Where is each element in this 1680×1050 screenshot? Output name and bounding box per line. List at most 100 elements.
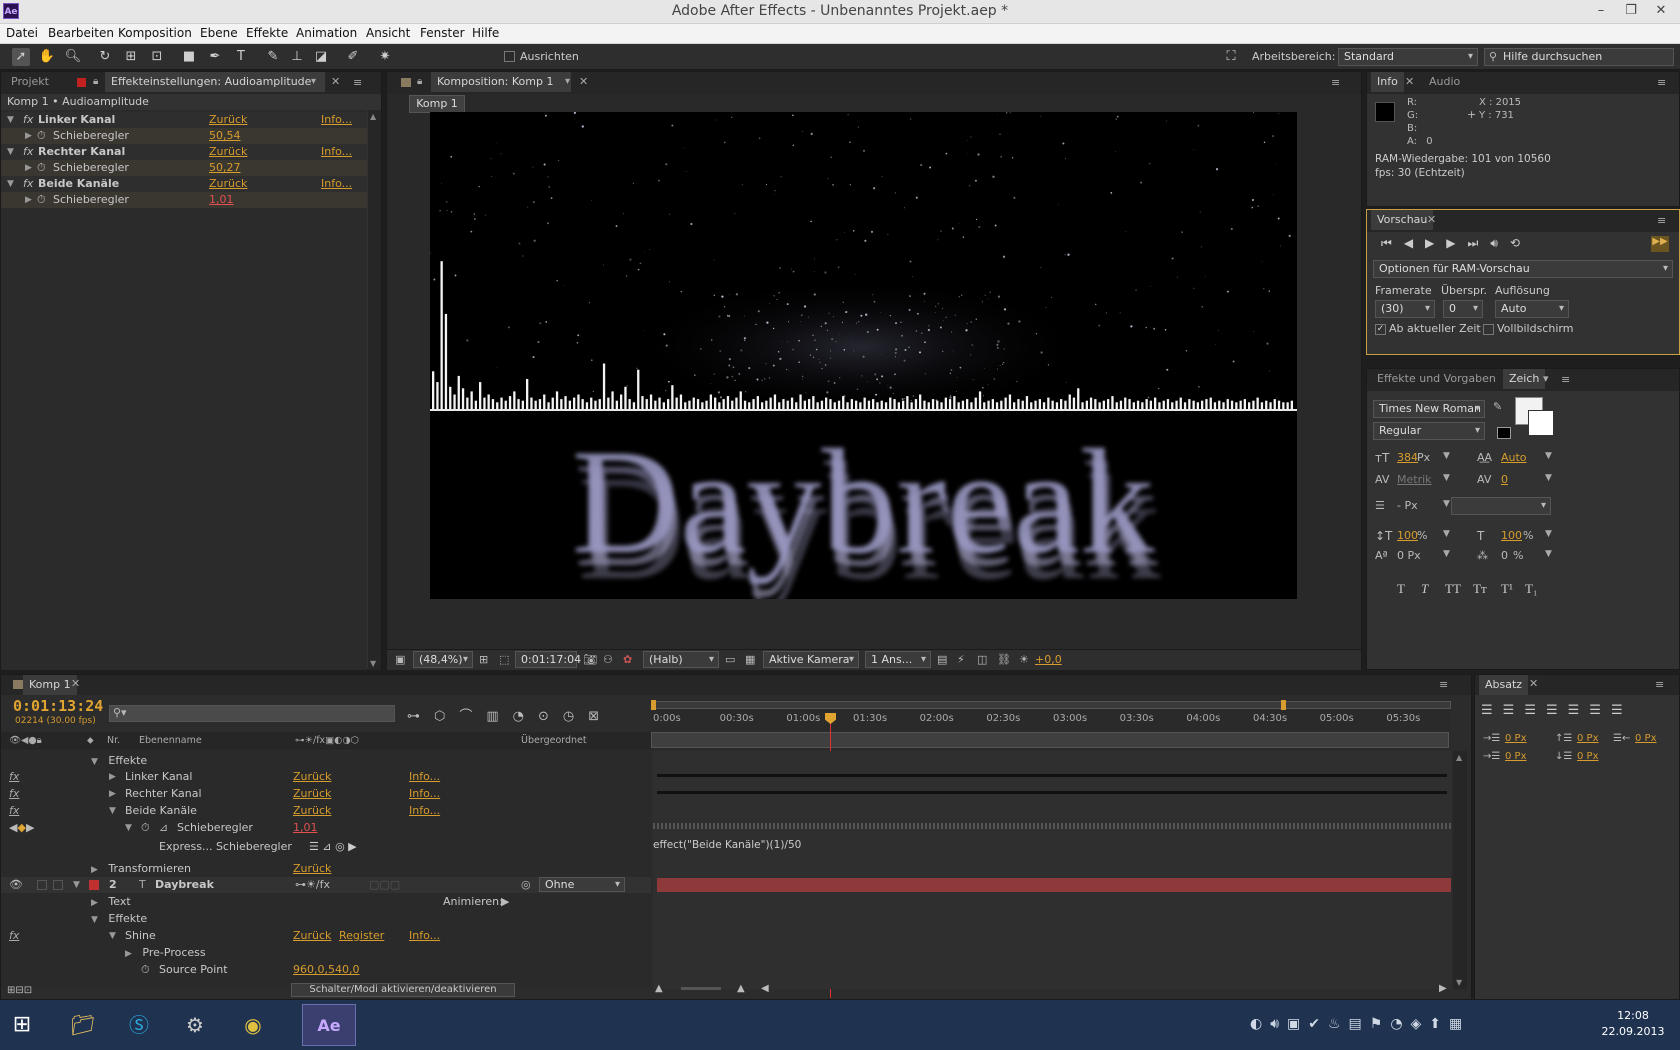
reset-link[interactable]: Zurück <box>293 803 331 819</box>
expand-icon[interactable]: ▶ <box>109 769 116 785</box>
stopwatch-icon[interactable]: ⏱ <box>37 192 46 208</box>
stroke-width-value[interactable]: - Px <box>1397 499 1418 512</box>
info-link[interactable]: Info... <box>321 176 352 192</box>
row-source-point[interactable]: ⏱ Source Point 960,0,540,0 <box>1 962 651 978</box>
justify-all-icon[interactable]: ☰ <box>1611 703 1633 718</box>
expression-icons[interactable]: ☰ ⊿ ◎ ▶ <box>309 839 357 855</box>
audio-switch[interactable] <box>37 880 47 890</box>
framerate-select[interactable]: (30) <box>1375 300 1435 318</box>
animate-label[interactable]: Animieren: <box>443 894 503 910</box>
brainstorm-icon[interactable]: ⊠ <box>588 709 613 724</box>
row-effects-2[interactable]: ▼ Effekte <box>91 911 147 927</box>
row-pre-process[interactable]: ▶ Pre-Process <box>125 945 206 961</box>
panel-menu-icon[interactable]: ≡ <box>1561 373 1570 386</box>
eraser-tool-icon[interactable]: ◪ <box>312 48 330 66</box>
chevron-down-icon[interactable]: ▼ <box>1443 549 1450 559</box>
param-row[interactable]: ▶ ⏱ Schieberegler 50,27 <box>1 160 367 176</box>
graph-icon[interactable]: ⊿ <box>159 820 168 836</box>
switch-boxes[interactable]: ▢▢▢ <box>369 877 400 893</box>
play-icon[interactable]: ▶ <box>1425 236 1446 250</box>
after-effects-taskbar-icon[interactable]: Ae <box>302 1004 356 1046</box>
last-frame-icon[interactable]: ⏭ <box>1468 236 1491 250</box>
layer-row-daybreak[interactable]: 👁︎ ▼ 2 T Daybreak ⊶☀/fx ▢▢▢ ◎ Ohne <box>1 877 651 893</box>
nav-bar[interactable] <box>651 732 1449 748</box>
motion-blur-icon[interactable]: ◔ <box>513 709 538 724</box>
snapshot-icon[interactable]: 📷︎ <box>583 653 597 666</box>
reset-link[interactable]: Zurück <box>293 786 331 802</box>
row-schieberegler[interactable]: ◀◆▶ ▼ ⏱ ⊿ Schieberegler 1,01 <box>1 820 651 836</box>
resolution-select[interactable]: (Halb) <box>643 651 719 668</box>
prev-frame-icon[interactable]: ◀ <box>1404 236 1425 250</box>
composition-viewer[interactable]: Daybreak Daybreak Daybreak <box>430 112 1297 599</box>
current-timecode[interactable]: 0:01:13:24 <box>13 697 103 715</box>
chrome-icon[interactable]: ◉ <box>226 1004 280 1046</box>
row-rechter-kanal[interactable]: fx ▶ Rechter Kanal Zurück Info... <box>1 786 651 802</box>
region-icon[interactable]: ⬚ <box>499 653 509 666</box>
close-icon[interactable]: ✕ <box>331 75 340 88</box>
menu-ansicht[interactable]: Ansicht <box>366 26 410 40</box>
chevron-down-icon[interactable]: ▼ <box>1545 473 1552 483</box>
eyedropper-icon[interactable]: ✎ <box>1493 400 1502 413</box>
preview-icon[interactable]: ▣ <box>395 653 405 666</box>
chevron-down-icon[interactable]: ▼ <box>1443 529 1450 539</box>
param-value[interactable]: 960,0,540,0 <box>293 962 359 978</box>
param-value[interactable]: 50,27 <box>209 160 241 176</box>
graph-editor-icon[interactable]: ⊙ <box>538 709 563 724</box>
faux-bold-button[interactable]: T <box>1397 581 1405 597</box>
tab-preview[interactable]: Vorschau <box>1371 210 1434 230</box>
reset-link[interactable]: Zurück <box>293 769 331 785</box>
hand-tool-icon[interactable]: ✋ <box>38 48 56 66</box>
panel-menu-icon[interactable]: ≡ <box>1439 678 1448 691</box>
scroll-up-icon[interactable]: ▲ <box>1456 753 1462 762</box>
chevron-down-icon[interactable]: ▼ <box>1545 549 1552 559</box>
tab-effects-presets[interactable]: Effekte und Vorgaben <box>1371 369 1502 389</box>
pickwhip-icon[interactable]: ◎ <box>521 877 531 893</box>
align-left-icon[interactable]: ☰ <box>1481 703 1503 718</box>
chevron-down-icon[interactable]: ▼ <box>1545 529 1552 539</box>
info-link[interactable]: Info... <box>321 112 352 128</box>
fx-icon[interactable]: fx <box>23 176 33 192</box>
steam-icon[interactable]: ⚙ <box>168 1004 222 1046</box>
skype-icon[interactable]: Ⓢ <box>112 1004 166 1046</box>
tab-timeline[interactable]: Komp 1 <box>23 675 77 695</box>
expand-icon[interactable]: ▼ <box>7 112 14 128</box>
file-explorer-icon[interactable]: 📁︎ <box>56 1004 110 1046</box>
draft-3d-icon[interactable]: ⬡ <box>434 709 459 724</box>
tsume-value[interactable]: 0 <box>1501 549 1508 562</box>
fast-preview-icon[interactable]: ▭ <box>725 653 735 666</box>
chevron-down-icon[interactable]: ▾ <box>311 76 316 87</box>
reset-link[interactable]: Zurück <box>209 112 247 128</box>
fx-icon[interactable]: fx <box>9 786 19 802</box>
expand-icon[interactable]: ▼ <box>7 144 14 160</box>
expand-icon[interactable]: ▼ <box>109 928 116 944</box>
expand-icon[interactable]: ▼ <box>109 803 116 819</box>
reset-link[interactable]: Zurück <box>209 144 247 160</box>
subscript-button[interactable]: T₁ <box>1525 581 1537 597</box>
row-linker-kanal[interactable]: fx ▶ Linker Kanal Zurück Info... <box>1 769 651 785</box>
indent-left-value[interactable]: 0 Px <box>1505 733 1527 744</box>
selection-tool-icon[interactable]: ➚ <box>12 48 30 66</box>
maximize-icon[interactable]: ❐ <box>1616 0 1646 22</box>
rectangle-tool-icon[interactable]: ■ <box>180 48 198 66</box>
resolution-select[interactable]: Auto <box>1495 300 1569 318</box>
next-frame-icon[interactable]: ▶ <box>1446 236 1467 250</box>
comp-subtab[interactable]: Komp 1 <box>409 95 465 113</box>
panel-menu-icon[interactable]: ≡ <box>353 76 362 89</box>
menu-ebene[interactable]: Ebene <box>200 26 238 40</box>
expand-icon[interactable]: ▼ <box>125 820 132 836</box>
track-area[interactable]: effect("Beide Kanäle")(1)/50 <box>653 751 1451 989</box>
info-link[interactable]: Info... <box>409 928 440 944</box>
align-right-icon[interactable]: ☰ <box>1524 703 1546 718</box>
reset-link[interactable]: Zurück <box>293 861 331 877</box>
kerning-value[interactable]: Metrik <box>1397 473 1432 486</box>
windows-start-icon[interactable]: ⊞ <box>0 1004 44 1046</box>
leading-value[interactable]: Auto <box>1501 451 1527 464</box>
font-style-select[interactable]: Regular <box>1373 422 1485 440</box>
param-value[interactable]: 1,01 <box>293 820 318 836</box>
effect-row-left[interactable]: ▼ fx Linker Kanal Zurück Info... <box>1 112 367 128</box>
flowchart-icon[interactable]: ⛓ <box>997 653 1011 666</box>
fast-render-icon[interactable]: ⚡ <box>957 653 965 666</box>
toggle-switches-modes-button[interactable]: Schalter/Modi aktivieren/deaktivieren <box>291 983 515 997</box>
skip-select[interactable]: 0 <box>1443 300 1483 318</box>
param-row[interactable]: ▶ ⏱ Schieberegler 50,54 <box>1 128 367 144</box>
